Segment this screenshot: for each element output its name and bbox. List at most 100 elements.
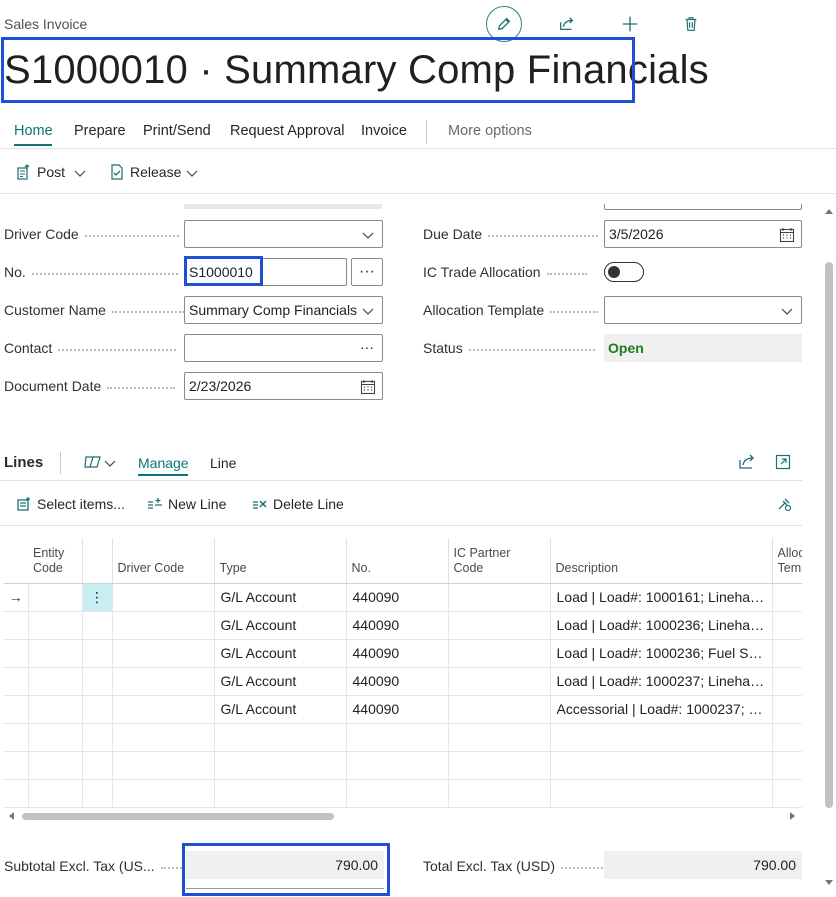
calendar-icon[interactable] xyxy=(779,227,795,243)
chevron-down-icon[interactable] xyxy=(104,457,116,469)
column-header-alloc-temp[interactable]: AllocTemp xyxy=(772,538,802,584)
row-actions-cell[interactable] xyxy=(82,639,113,668)
column-header-type[interactable]: Type xyxy=(214,538,347,584)
cell-driver-code[interactable] xyxy=(112,779,215,808)
cell-type[interactable]: G/L Account xyxy=(214,583,347,612)
cell-ic-partner-code[interactable] xyxy=(448,639,551,668)
cell-ic-partner-code[interactable] xyxy=(448,723,551,752)
cell-no[interactable]: 440090 xyxy=(346,583,449,612)
select-items-button[interactable]: Select items... xyxy=(16,496,125,512)
cell-alloc-temp[interactable] xyxy=(772,723,802,752)
cell-description[interactable]: Load | Load#: 1000236; Linehaul:... xyxy=(550,611,773,640)
cell-description[interactable] xyxy=(550,751,773,780)
cell-no[interactable] xyxy=(346,779,449,808)
driver-code-field[interactable] xyxy=(184,220,383,248)
vertical-scrollbar[interactable] xyxy=(822,204,836,894)
release-button[interactable]: Release xyxy=(109,164,181,180)
cell-driver-code[interactable] xyxy=(112,611,215,640)
scroll-down-icon[interactable] xyxy=(825,878,833,886)
cell-driver-code[interactable] xyxy=(112,723,215,752)
tab-invoice[interactable]: Invoice xyxy=(361,123,407,139)
tab-prepare[interactable]: Prepare xyxy=(74,123,126,139)
table-row-empty[interactable] xyxy=(4,779,802,808)
chevron-down-icon[interactable] xyxy=(360,227,376,243)
cell-alloc-temp[interactable] xyxy=(772,779,802,808)
cell-ic-partner-code[interactable] xyxy=(448,611,551,640)
column-header-description[interactable]: Description xyxy=(550,538,773,584)
lines-tab-line[interactable]: Line xyxy=(210,455,236,471)
delete-button[interactable] xyxy=(673,6,709,42)
cell-driver-code[interactable] xyxy=(112,639,215,668)
cell-description[interactable] xyxy=(550,779,773,808)
chevron-down-icon[interactable] xyxy=(185,166,199,180)
cell-alloc-temp[interactable] xyxy=(772,695,802,724)
cell-entity-code[interactable] xyxy=(28,667,83,696)
cell-description[interactable]: Load | Load#: 1000236; Fuel Surc... xyxy=(550,639,773,668)
cell-ic-partner-code[interactable] xyxy=(448,779,551,808)
row-actions-cell[interactable] xyxy=(82,611,113,640)
cell-type[interactable]: G/L Account xyxy=(214,611,347,640)
cell-no[interactable]: 440090 xyxy=(346,667,449,696)
cell-alloc-temp[interactable] xyxy=(772,583,802,612)
scrollbar-thumb[interactable] xyxy=(22,813,334,820)
expand-icon[interactable] xyxy=(775,454,791,470)
table-row[interactable]: G/L Account 440090 Load | Load#: 1000237… xyxy=(4,667,802,696)
scroll-right-icon[interactable] xyxy=(788,812,796,820)
scroll-up-icon[interactable] xyxy=(825,208,833,216)
cell-description[interactable] xyxy=(550,723,773,752)
table-row-empty[interactable] xyxy=(4,723,802,752)
cell-driver-code[interactable] xyxy=(112,751,215,780)
scroll-left-icon[interactable] xyxy=(8,812,16,820)
table-row[interactable]: G/L Account 440090 Accessorial | Load#: … xyxy=(4,695,802,724)
cell-entity-code[interactable] xyxy=(28,751,83,780)
cell-description[interactable]: Load | Load#: 1000237; Linehaul:... xyxy=(550,667,773,696)
tab-home[interactable]: Home xyxy=(14,123,53,139)
row-actions-cell[interactable] xyxy=(82,779,113,808)
cell-entity-code[interactable] xyxy=(28,779,83,808)
due-date-field[interactable]: 3/5/2026 xyxy=(604,220,802,248)
row-actions-cell[interactable] xyxy=(82,751,113,780)
cell-type[interactable]: G/L Account xyxy=(214,695,347,724)
cell-entity-code[interactable] xyxy=(28,695,83,724)
cell-ic-partner-code[interactable] xyxy=(448,667,551,696)
cell-entity-code[interactable] xyxy=(28,723,83,752)
delete-line-button[interactable]: Delete Line xyxy=(252,496,344,512)
row-actions-cell[interactable] xyxy=(82,667,113,696)
table-row[interactable]: → ⋮ G/L Account 440090 Load | Load#: 100… xyxy=(4,583,802,612)
cell-type[interactable] xyxy=(214,751,347,780)
calendar-icon[interactable] xyxy=(360,379,376,395)
horizontal-scrollbar[interactable] xyxy=(4,809,802,823)
cell-alloc-temp[interactable] xyxy=(772,639,802,668)
column-header-no[interactable]: No. xyxy=(346,538,449,584)
cell-no[interactable]: 440090 xyxy=(346,639,449,668)
cell-type[interactable] xyxy=(214,779,347,808)
cell-description[interactable]: Accessorial | Load#: 1000237; Ge... xyxy=(550,695,773,724)
cell-alloc-temp[interactable] xyxy=(772,611,802,640)
cell-no[interactable]: 440090 xyxy=(346,695,449,724)
allocation-template-field[interactable] xyxy=(604,296,802,324)
cell-driver-code[interactable] xyxy=(112,695,215,724)
cell-no[interactable]: 440090 xyxy=(346,611,449,640)
chevron-down-icon[interactable] xyxy=(73,166,87,180)
tab-print-send[interactable]: Print/Send xyxy=(143,123,211,139)
lines-tab-manage[interactable]: Manage xyxy=(138,455,189,471)
column-header-entity-code[interactable]: Entity Code xyxy=(28,538,83,584)
cell-no[interactable] xyxy=(346,751,449,780)
cell-ic-partner-code[interactable] xyxy=(448,583,551,612)
new-line-button[interactable]: New Line xyxy=(147,496,226,512)
cell-entity-code[interactable] xyxy=(28,611,83,640)
table-row[interactable]: G/L Account 440090 Load | Load#: 1000236… xyxy=(4,639,802,668)
tab-request-approval[interactable]: Request Approval xyxy=(230,123,344,139)
customer-name-field[interactable]: Summary Comp Financials xyxy=(184,296,383,324)
cell-type[interactable]: G/L Account xyxy=(214,667,347,696)
cell-ic-partner-code[interactable] xyxy=(448,695,551,724)
row-actions-cell[interactable] xyxy=(82,695,113,724)
row-actions-button[interactable]: ⋮ xyxy=(82,583,113,612)
ic-trade-allocation-toggle[interactable] xyxy=(604,262,644,282)
cell-type[interactable] xyxy=(214,723,347,752)
no-assist-button[interactable]: ··· xyxy=(351,258,383,286)
ellipsis-icon[interactable]: ··· xyxy=(360,339,376,355)
cell-ic-partner-code[interactable] xyxy=(448,751,551,780)
cell-entity-code[interactable] xyxy=(28,639,83,668)
cell-type[interactable]: G/L Account xyxy=(214,639,347,668)
